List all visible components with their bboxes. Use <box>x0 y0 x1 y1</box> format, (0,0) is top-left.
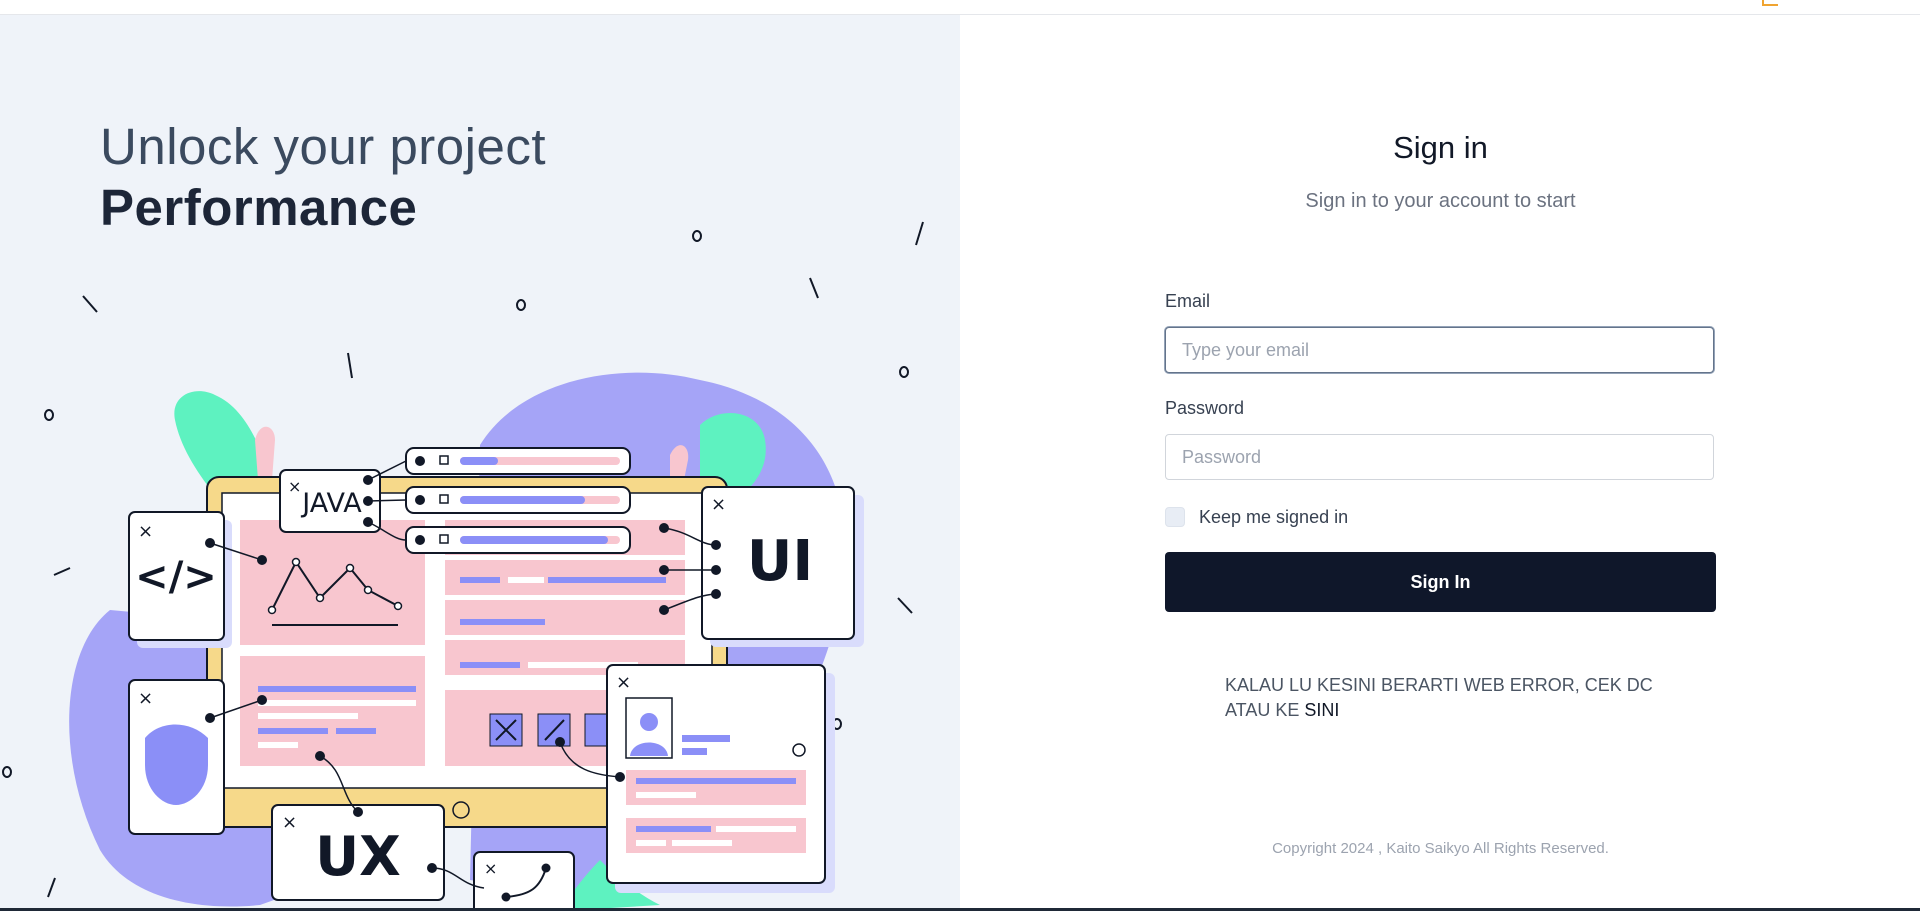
sign-in-button[interactable]: Sign In <box>1165 552 1716 612</box>
keep-signed-in-checkbox[interactable] <box>1165 507 1185 527</box>
error-notice-text: KALAU LU KESINI BERARTI WEB ERROR, CEK D… <box>1225 675 1653 720</box>
java-card-close-icon: × <box>288 477 301 496</box>
progress-card-2 <box>405 486 631 514</box>
hero-panel: Unlock your project Performance × </> × … <box>0 15 960 911</box>
copyright-text: Copyright 2024 , Kaito Saikyo All Rights… <box>1272 840 1609 857</box>
progress-card-3 <box>405 526 631 554</box>
email-input[interactable] <box>1165 327 1714 373</box>
avatar-icon <box>640 713 658 731</box>
corner-logo-icon <box>1762 0 1778 6</box>
connector-card-close-icon: × <box>484 859 497 878</box>
password-input[interactable] <box>1165 434 1714 480</box>
shield-card-close-icon: × <box>138 688 153 709</box>
code-card-close-icon: × <box>138 521 153 542</box>
keep-signed-in-row: Keep me signed in <box>1165 505 1348 529</box>
email-label: Email <box>1165 291 1211 311</box>
profile-card-close-icon: × <box>616 672 631 693</box>
sign-in-title: Sign in <box>1393 130 1488 165</box>
ux-card-label: UX <box>315 825 400 888</box>
project-illustration: × </> × × JAVA × UI × × UX × <box>2 221 924 911</box>
password-label: Password <box>1165 398 1245 418</box>
top-bar <box>0 0 1920 15</box>
error-notice-link[interactable]: SINI <box>1304 700 1339 720</box>
error-notice: KALAU LU KESINI BERARTI WEB ERROR, CEK D… <box>1225 673 1655 723</box>
progress-card-1 <box>405 447 631 475</box>
ui-card-label: UI <box>747 529 813 594</box>
keep-signed-in-label[interactable]: Keep me signed in <box>1199 507 1348 528</box>
sign-in-subtitle: Sign in to your account to start <box>1305 190 1576 212</box>
monitor-button <box>452 801 470 819</box>
ui-card-close-icon: × <box>711 494 726 515</box>
java-card-label: JAVA <box>300 488 362 519</box>
text-panel <box>240 656 425 766</box>
ux-card-close-icon: × <box>282 812 297 833</box>
code-card-label: </> <box>135 554 217 600</box>
pink-leaf-left <box>255 426 275 480</box>
